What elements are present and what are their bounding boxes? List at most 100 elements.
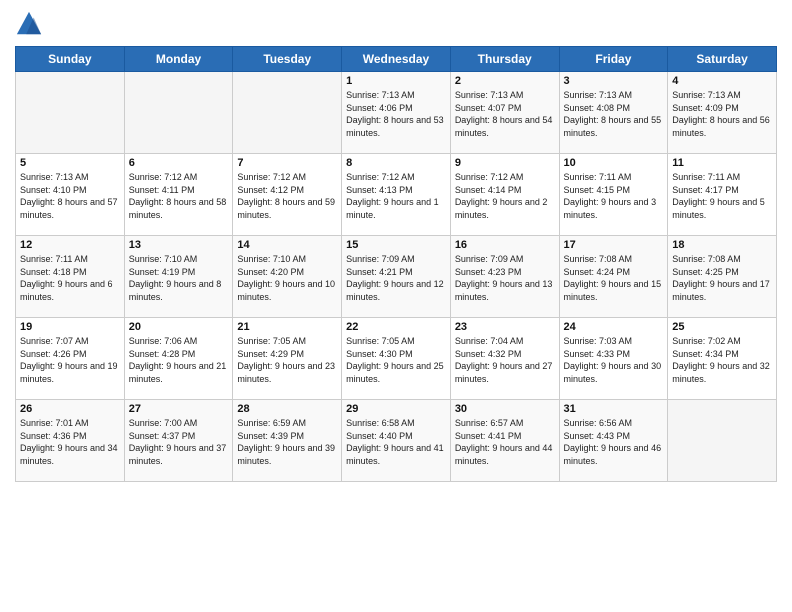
day-number: 13 <box>129 239 229 251</box>
day-cell: 31 Sunrise: 6:56 AM Sunset: 4:43 PM Dayli… <box>559 400 668 482</box>
day-info: Sunrise: 7:10 AM Sunset: 4:19 PM Dayligh… <box>129 253 229 303</box>
day-number: 24 <box>564 321 664 333</box>
day-number: 16 <box>455 239 555 251</box>
day-number: 2 <box>455 75 555 87</box>
day-info: Sunrise: 7:04 AM Sunset: 4:32 PM Dayligh… <box>455 335 555 385</box>
header <box>15 10 777 38</box>
day-header-thursday: Thursday <box>450 47 559 72</box>
day-header-monday: Monday <box>124 47 233 72</box>
day-number: 25 <box>672 321 772 333</box>
day-number: 22 <box>346 321 446 333</box>
day-info: Sunrise: 7:11 AM Sunset: 4:18 PM Dayligh… <box>20 253 120 303</box>
day-number: 21 <box>237 321 337 333</box>
calendar: SundayMondayTuesdayWednesdayThursdayFrid… <box>15 46 777 482</box>
day-cell: 24Sunrise: 7:03 AM Sunset: 4:33 PM Dayli… <box>559 318 668 400</box>
day-number: 1 <box>346 75 446 87</box>
day-info: Sunrise: 7:00 AM Sunset: 4:37 PM Dayligh… <box>129 417 229 467</box>
day-cell: 16 Sunrise: 7:09 AM Sunset: 4:23 PM Dayli… <box>450 236 559 318</box>
day-info: Sunrise: 6:57 AM Sunset: 4:41 PM Dayligh… <box>455 417 555 467</box>
day-info: Sunrise: 7:10 AM Sunset: 4:20 PM Dayligh… <box>237 253 337 303</box>
day-cell: 8 Sunrise: 7:12 AM Sunset: 4:13 PM Daylig… <box>342 154 451 236</box>
day-info: Sunrise: 6:58 AM Sunset: 4:40 PM Dayligh… <box>346 417 446 467</box>
week-row-1: 5Sunrise: 7:13 AM Sunset: 4:10 PM Daylig… <box>16 154 777 236</box>
logo <box>15 10 47 38</box>
day-number: 27 <box>129 403 229 415</box>
day-cell: 2 Sunrise: 7:13 AM Sunset: 4:07 PM Daylig… <box>450 72 559 154</box>
day-info: Sunrise: 7:12 AM Sunset: 4:13 PM Dayligh… <box>346 171 446 221</box>
day-number: 31 <box>564 403 664 415</box>
page: SundayMondayTuesdayWednesdayThursdayFrid… <box>0 0 792 612</box>
day-info: Sunrise: 7:05 AM Sunset: 4:30 PM Dayligh… <box>346 335 446 385</box>
day-info: Sunrise: 6:56 AM Sunset: 4:43 PM Dayligh… <box>564 417 664 467</box>
day-cell: 14Sunrise: 7:10 AM Sunset: 4:20 PM Dayli… <box>233 236 342 318</box>
day-info: Sunrise: 7:11 AM Sunset: 4:17 PM Dayligh… <box>672 171 772 221</box>
day-cell: 17Sunrise: 7:08 AM Sunset: 4:24 PM Dayli… <box>559 236 668 318</box>
day-number: 18 <box>672 239 772 251</box>
day-info: Sunrise: 7:13 AM Sunset: 4:08 PM Dayligh… <box>564 89 664 139</box>
day-cell: 1 Sunrise: 7:13 AM Sunset: 4:06 PM Daylig… <box>342 72 451 154</box>
day-number: 19 <box>20 321 120 333</box>
day-number: 12 <box>20 239 120 251</box>
day-info: Sunrise: 7:02 AM Sunset: 4:34 PM Dayligh… <box>672 335 772 385</box>
day-cell: 28Sunrise: 6:59 AM Sunset: 4:39 PM Dayli… <box>233 400 342 482</box>
day-number: 8 <box>346 157 446 169</box>
day-cell: 3 Sunrise: 7:13 AM Sunset: 4:08 PM Daylig… <box>559 72 668 154</box>
day-info: Sunrise: 7:13 AM Sunset: 4:06 PM Dayligh… <box>346 89 446 139</box>
day-number: 30 <box>455 403 555 415</box>
day-number: 20 <box>129 321 229 333</box>
day-cell: 9 Sunrise: 7:12 AM Sunset: 4:14 PM Daylig… <box>450 154 559 236</box>
day-cell <box>16 72 125 154</box>
day-number: 17 <box>564 239 664 251</box>
day-cell: 6Sunrise: 7:12 AM Sunset: 4:11 PM Daylig… <box>124 154 233 236</box>
day-cell: 29Sunrise: 6:58 AM Sunset: 4:40 PM Dayli… <box>342 400 451 482</box>
day-info: Sunrise: 7:13 AM Sunset: 4:10 PM Dayligh… <box>20 171 120 221</box>
day-info: Sunrise: 7:08 AM Sunset: 4:25 PM Dayligh… <box>672 253 772 303</box>
week-row-3: 19 Sunrise: 7:07 AM Sunset: 4:26 PM Dayli… <box>16 318 777 400</box>
day-info: Sunrise: 7:12 AM Sunset: 4:14 PM Dayligh… <box>455 171 555 221</box>
day-number: 11 <box>672 157 772 169</box>
day-header-saturday: Saturday <box>668 47 777 72</box>
calendar-header-row: SundayMondayTuesdayWednesdayThursdayFrid… <box>16 47 777 72</box>
day-info: Sunrise: 7:09 AM Sunset: 4:23 PM Dayligh… <box>455 253 555 303</box>
day-info: Sunrise: 7:07 AM Sunset: 4:26 PM Dayligh… <box>20 335 120 385</box>
day-header-friday: Friday <box>559 47 668 72</box>
day-cell <box>668 400 777 482</box>
day-info: Sunrise: 7:13 AM Sunset: 4:07 PM Dayligh… <box>455 89 555 139</box>
day-cell: 22 Sunrise: 7:05 AM Sunset: 4:30 PM Dayli… <box>342 318 451 400</box>
day-cell <box>124 72 233 154</box>
day-cell: 11 Sunrise: 7:11 AM Sunset: 4:17 PM Dayli… <box>668 154 777 236</box>
day-cell: 15 Sunrise: 7:09 AM Sunset: 4:21 PM Dayli… <box>342 236 451 318</box>
day-number: 9 <box>455 157 555 169</box>
day-cell: 19 Sunrise: 7:07 AM Sunset: 4:26 PM Dayli… <box>16 318 125 400</box>
day-cell: 4 Sunrise: 7:13 AM Sunset: 4:09 PM Daylig… <box>668 72 777 154</box>
day-cell: 18 Sunrise: 7:08 AM Sunset: 4:25 PM Dayli… <box>668 236 777 318</box>
day-cell: 13 Sunrise: 7:10 AM Sunset: 4:19 PM Dayli… <box>124 236 233 318</box>
day-cell: 20 Sunrise: 7:06 AM Sunset: 4:28 PM Dayli… <box>124 318 233 400</box>
day-number: 23 <box>455 321 555 333</box>
week-row-2: 12 Sunrise: 7:11 AM Sunset: 4:18 PM Dayli… <box>16 236 777 318</box>
day-number: 15 <box>346 239 446 251</box>
day-info: Sunrise: 7:06 AM Sunset: 4:28 PM Dayligh… <box>129 335 229 385</box>
day-number: 10 <box>564 157 664 169</box>
day-number: 28 <box>237 403 337 415</box>
week-row-0: 1 Sunrise: 7:13 AM Sunset: 4:06 PM Daylig… <box>16 72 777 154</box>
day-cell <box>233 72 342 154</box>
day-info: Sunrise: 7:09 AM Sunset: 4:21 PM Dayligh… <box>346 253 446 303</box>
day-cell: 10Sunrise: 7:11 AM Sunset: 4:15 PM Dayli… <box>559 154 668 236</box>
day-cell: 21 Sunrise: 7:05 AM Sunset: 4:29 PM Dayli… <box>233 318 342 400</box>
day-header-wednesday: Wednesday <box>342 47 451 72</box>
logo-icon <box>15 10 43 38</box>
day-info: Sunrise: 7:05 AM Sunset: 4:29 PM Dayligh… <box>237 335 337 385</box>
day-cell: 25 Sunrise: 7:02 AM Sunset: 4:34 PM Dayli… <box>668 318 777 400</box>
day-cell: 23 Sunrise: 7:04 AM Sunset: 4:32 PM Dayli… <box>450 318 559 400</box>
day-number: 7 <box>237 157 337 169</box>
day-number: 6 <box>129 157 229 169</box>
day-number: 3 <box>564 75 664 87</box>
week-row-4: 26 Sunrise: 7:01 AM Sunset: 4:36 PM Dayli… <box>16 400 777 482</box>
day-info: Sunrise: 7:01 AM Sunset: 4:36 PM Dayligh… <box>20 417 120 467</box>
day-info: Sunrise: 7:13 AM Sunset: 4:09 PM Dayligh… <box>672 89 772 139</box>
day-number: 4 <box>672 75 772 87</box>
day-number: 26 <box>20 403 120 415</box>
day-cell: 7Sunrise: 7:12 AM Sunset: 4:12 PM Daylig… <box>233 154 342 236</box>
day-cell: 12 Sunrise: 7:11 AM Sunset: 4:18 PM Dayli… <box>16 236 125 318</box>
